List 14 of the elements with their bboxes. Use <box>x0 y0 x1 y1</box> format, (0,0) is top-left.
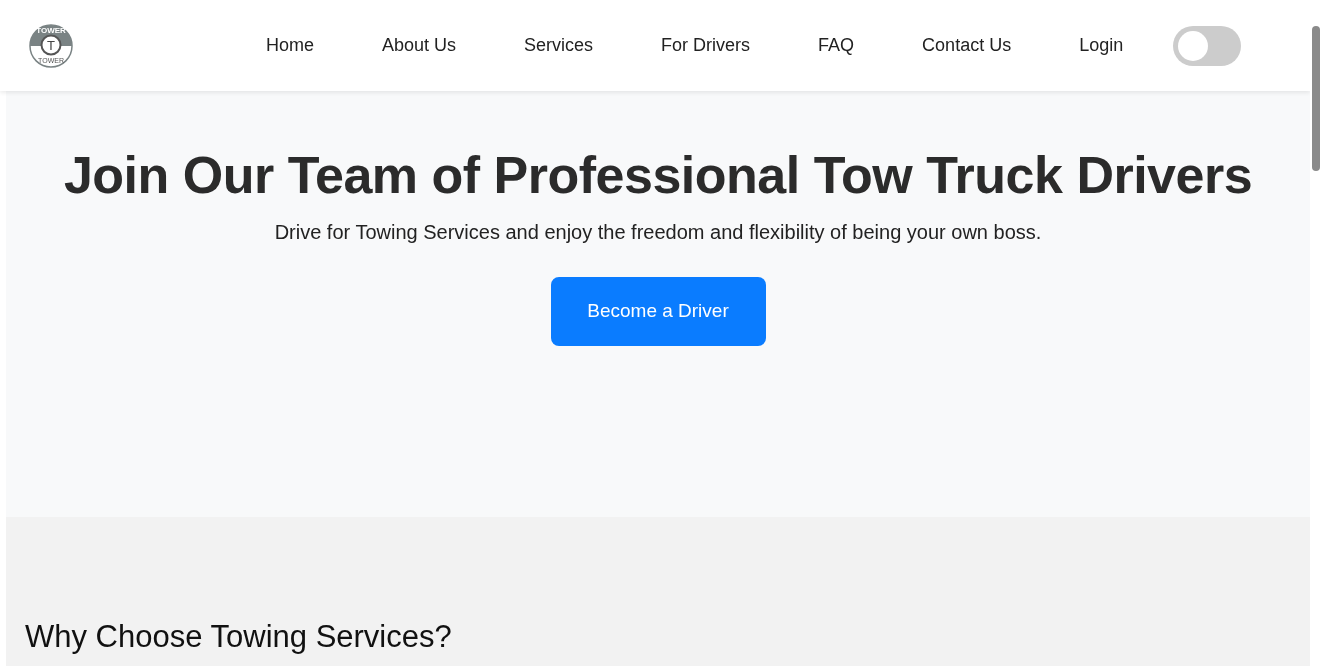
theme-toggle[interactable] <box>1173 25 1242 66</box>
logo-text: TOWER <box>36 25 66 35</box>
nav-link[interactable]: Login <box>1079 32 1124 59</box>
nav-link[interactable]: FAQ <box>818 32 855 59</box>
logo-letter: T <box>47 37 55 53</box>
nav-link[interactable]: Home <box>266 32 314 59</box>
nav-link[interactable]: For Drivers <box>661 32 751 59</box>
hero-title: Join Our Team of Professional Tow Truck Drivers <box>63 145 1253 206</box>
become-driver-button[interactable]: Become a Driver <box>550 277 766 346</box>
nav-link[interactable]: Services <box>524 32 594 59</box>
nav-link[interactable]: Contact Us <box>922 32 1012 59</box>
hero-subtitle: Drive for Towing Services and enjoy the freedom and flexibility of being your own boss. <box>274 220 1042 245</box>
section-heading: Why Choose Towing Services? <box>25 618 453 656</box>
nav-link[interactable]: About Us <box>382 32 457 59</box>
